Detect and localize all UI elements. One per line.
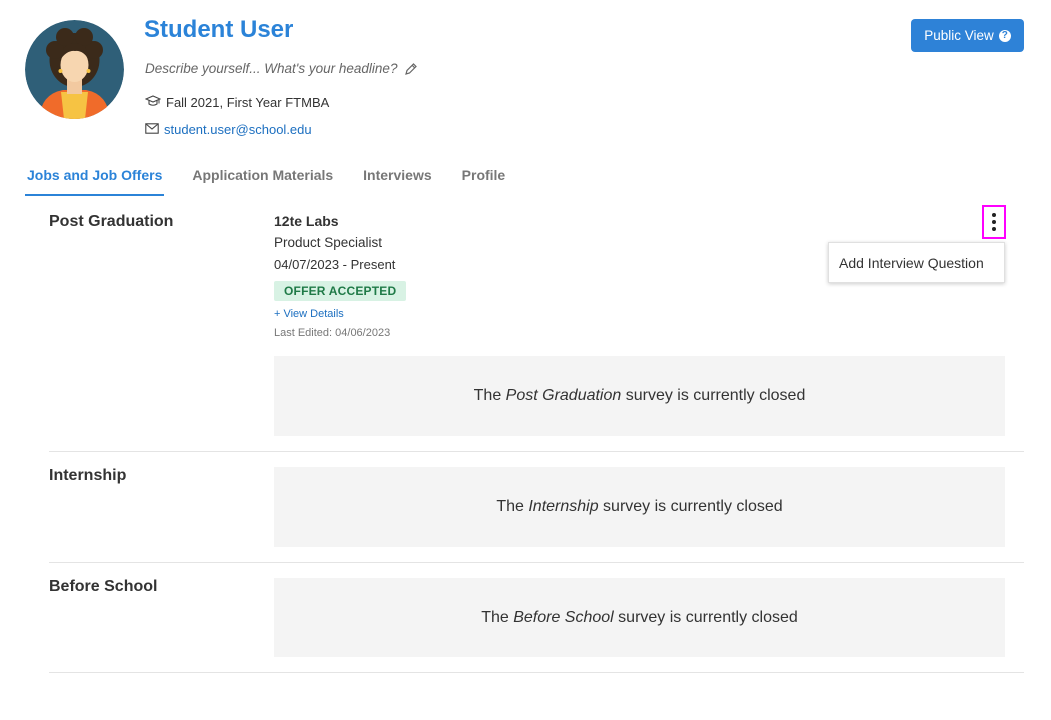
view-details-link[interactable]: + View Details xyxy=(274,308,774,320)
profile-page: Student User Describe yourself... What's… xyxy=(0,0,1051,720)
survey-closed-post-graduation: The Post Graduation survey is currently … xyxy=(274,356,1005,436)
avatar xyxy=(25,20,124,119)
job-company: 12te Labs xyxy=(274,213,339,229)
divider xyxy=(49,672,1024,673)
tab-jobs-and-job-offers[interactable]: Jobs and Job Offers xyxy=(25,166,165,196)
survey-name: Post Graduation xyxy=(505,387,622,404)
public-view-label: Public View xyxy=(924,28,994,43)
cohort-line: Fall 2021, First Year FTMBA xyxy=(144,95,330,110)
section-title-before-school: Before School xyxy=(49,578,158,595)
tab-application-materials[interactable]: Application Materials xyxy=(190,166,335,194)
survey-closed-internship: The Internship survey is currently close… xyxy=(274,467,1005,547)
menu-item-add-interview-question[interactable]: Add Interview Question xyxy=(829,255,984,271)
kebab-menu-icon[interactable] xyxy=(982,205,1006,239)
public-view-button[interactable]: Public View ? xyxy=(911,19,1024,52)
job-title: Product Specialist xyxy=(274,235,383,250)
headline-editor[interactable]: Describe yourself... What's your headlin… xyxy=(145,61,418,76)
tab-interviews[interactable]: Interviews xyxy=(361,166,433,194)
email-line: student.user@school.edu xyxy=(145,122,312,137)
job-entry: 12te Labs Product Specialist 04/07/2023 … xyxy=(274,213,774,339)
question-circle-icon: ? xyxy=(998,29,1011,42)
headline-placeholder: Describe yourself... What's your headlin… xyxy=(145,61,398,76)
profile-tabs: Jobs and Job Offers Application Material… xyxy=(25,166,533,196)
email-link[interactable]: student.user@school.edu xyxy=(164,122,312,137)
tab-profile[interactable]: Profile xyxy=(460,166,508,194)
profile-name: Student User xyxy=(144,16,294,43)
last-edited-text: Last Edited: 04/06/2023 xyxy=(274,327,391,339)
graduation-cap-icon xyxy=(144,95,162,110)
section-title-internship: Internship xyxy=(49,467,127,484)
envelope-icon xyxy=(145,122,159,137)
pencil-icon[interactable] xyxy=(404,62,418,76)
status-badge: OFFER ACCEPTED xyxy=(274,281,407,301)
survey-closed-before-school: The Before School survey is currently cl… xyxy=(274,578,1005,657)
survey-name: Internship xyxy=(528,498,599,515)
job-dates: 04/07/2023 - Present xyxy=(274,257,396,272)
divider xyxy=(49,562,1024,563)
cohort-text: Fall 2021, First Year FTMBA xyxy=(166,95,330,110)
section-title-post-graduation: Post Graduation xyxy=(49,213,174,230)
job-actions-menu: Add Interview Question xyxy=(828,242,1005,283)
divider xyxy=(49,451,1024,452)
survey-name: Before School xyxy=(513,608,614,626)
